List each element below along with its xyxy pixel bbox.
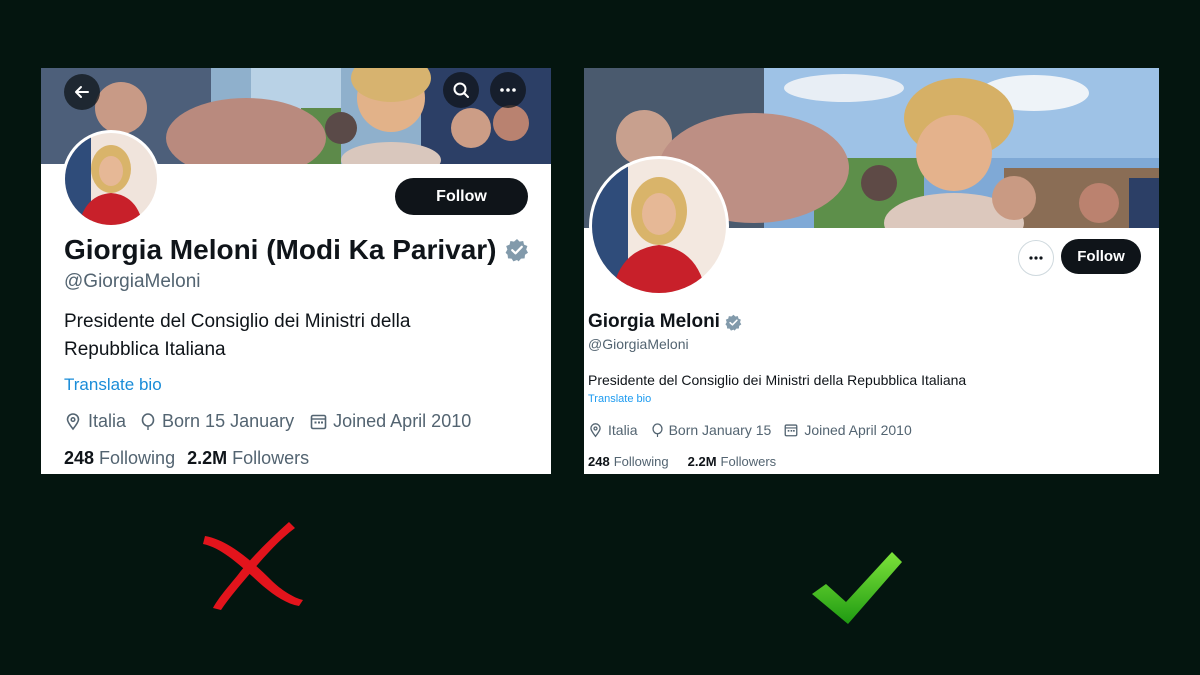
left-followers-label[interactable]: Followers <box>232 448 309 469</box>
left-following-count[interactable]: 248 <box>64 448 94 469</box>
right-followers-label[interactable]: Followers <box>721 454 777 469</box>
verified-badge-icon <box>725 314 742 331</box>
right-handle: @GiorgiaMeloni <box>588 336 689 352</box>
left-profile-meta: Italia Born 15 January Joined April 2010 <box>64 411 471 432</box>
right-following-count[interactable]: 248 <box>588 454 610 469</box>
location-pin-icon <box>590 422 601 437</box>
right-followers-count[interactable]: 2.2M <box>688 454 717 469</box>
left-joined: Joined April 2010 <box>310 411 471 432</box>
right-profile-meta: Italia Born January 15 Joined April 2010 <box>588 422 912 438</box>
left-bio-line-2: Repubblica Italiana <box>64 339 226 360</box>
left-handle: @GiorgiaMeloni <box>64 271 201 292</box>
arrow-left-icon <box>75 86 89 98</box>
right-following-label[interactable]: Following <box>614 454 669 469</box>
right-joined-text: Joined April 2010 <box>804 422 912 438</box>
left-bio-line-1: Presidente del Consiglio dei Ministri de… <box>64 311 411 332</box>
right-name-text: Giorgia Meloni <box>588 311 720 332</box>
left-display-name: Giorgia Meloni (Modi Ka Parivar) <box>64 234 529 266</box>
right-display-name: Giorgia Meloni <box>588 311 742 333</box>
right-location: Italia <box>588 422 638 438</box>
balloon-icon <box>651 422 663 437</box>
right-translate-bio-link[interactable]: Translate bio <box>588 393 651 405</box>
right-more-options-button[interactable] <box>1018 240 1054 276</box>
right-birthday: Born January 15 <box>651 422 772 438</box>
left-location-text: Italia <box>88 411 127 431</box>
right-joined: Joined April 2010 <box>784 422 912 438</box>
left-followers-count[interactable]: 2.2M <box>187 448 227 469</box>
verified-badge-icon <box>505 239 528 262</box>
balloon-icon <box>141 412 155 430</box>
right-follow-stats: 248 Following 2.2M Followers <box>588 454 776 469</box>
location-pin-icon <box>66 412 80 430</box>
left-following-label[interactable]: Following <box>99 448 175 469</box>
search-icon <box>453 82 469 98</box>
left-location: Italia <box>64 411 126 432</box>
right-birthday-text: Born January 15 <box>668 422 772 438</box>
left-name-text: Giorgia Meloni (Modi Ka Parivar) <box>64 234 497 265</box>
back-button[interactable] <box>64 74 100 110</box>
right-bio: Presidente del Consiglio dei Ministri de… <box>588 372 967 388</box>
search-button[interactable] <box>443 72 479 108</box>
calendar-icon <box>310 414 327 430</box>
right-profile-card: Follow Giorgia Meloni @GiorgiaMeloni Pre… <box>584 68 1159 474</box>
left-translate-bio-link[interactable]: Translate bio <box>64 375 162 395</box>
right-avatar[interactable] <box>589 156 729 296</box>
left-birthday: Born 15 January <box>140 411 294 432</box>
left-avatar[interactable] <box>62 130 160 228</box>
more-dots-icon <box>1029 256 1043 260</box>
right-follow-button[interactable]: Follow <box>1061 239 1141 274</box>
more-dots-icon <box>500 88 516 92</box>
right-location-text: Italia <box>608 422 638 438</box>
red-cross-icon <box>203 522 303 610</box>
left-profile-card: Follow Giorgia Meloni (Modi Ka Parivar) … <box>41 68 551 474</box>
left-follow-stats: 248 Following 2.2M Followers <box>64 448 309 469</box>
left-joined-text: Joined April 2010 <box>333 411 472 431</box>
more-options-button[interactable] <box>490 72 526 108</box>
left-birthday-text: Born 15 January <box>162 411 295 431</box>
calendar-icon <box>784 424 798 437</box>
green-check-icon <box>812 552 902 624</box>
left-follow-button[interactable]: Follow <box>395 178 528 215</box>
